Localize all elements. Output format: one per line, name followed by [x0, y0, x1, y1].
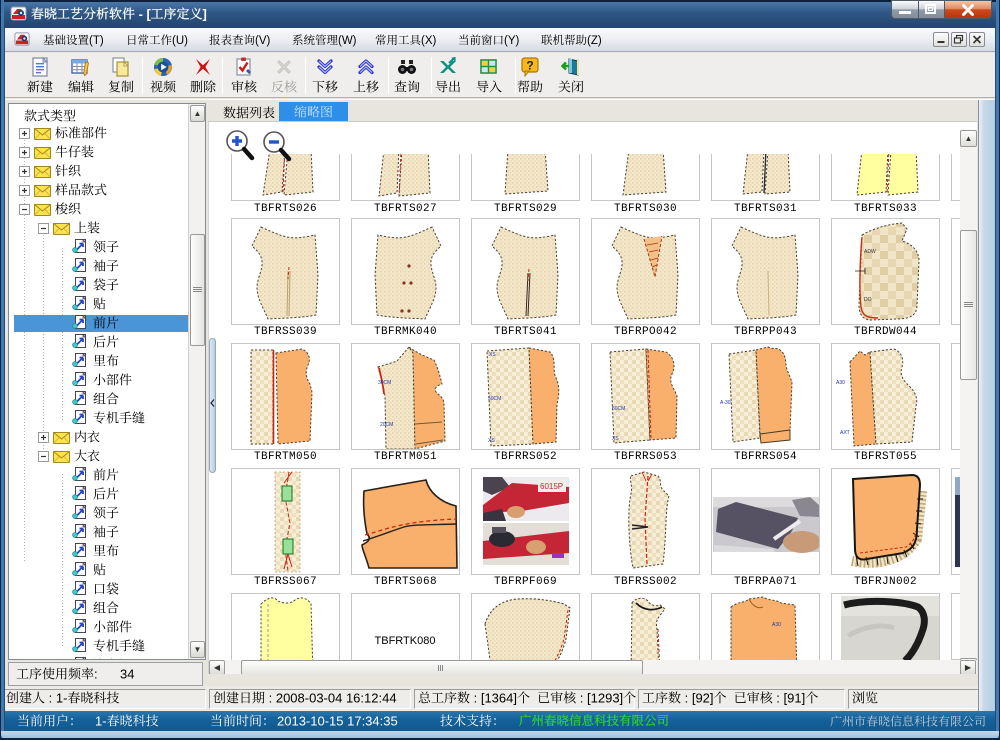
svg-text:: [91]: : [91] — [773, 691, 806, 705]
svg-text:(W): (W) — [338, 35, 357, 47]
svg-text:]: ] — [203, 7, 207, 21]
svg-text:30CM: 30CM — [378, 380, 391, 386]
svg-text:XS: XS — [488, 438, 495, 444]
svg-text:50CM: 50CM — [488, 396, 501, 402]
svg-text:(U): (U) — [172, 35, 188, 47]
svg-text:20CM: 20CM — [380, 422, 393, 428]
svg-text:DO: DO — [864, 297, 872, 303]
svg-text:: 1-: : 1- — [45, 691, 67, 705]
svg-text:: [1293]: : [1293] — [576, 691, 623, 705]
svg-text::: : — [94, 667, 98, 681]
svg-text:34: 34 — [120, 667, 134, 681]
svg-text:: 2008-03-04 16:12:44: : 2008-03-04 16:12:44 — [265, 691, 397, 705]
svg-text:?: ? — [526, 59, 533, 73]
svg-text:6015P: 6015P — [540, 482, 563, 491]
svg-text:A30: A30 — [836, 380, 845, 386]
svg-text:AXT: AXT — [840, 430, 850, 436]
svg-text:TBFRTK080: TBFRTK080 — [375, 635, 436, 647]
svg-text:ADW: ADW — [864, 249, 876, 255]
svg-text:(Z): (Z) — [587, 35, 602, 47]
svg-text:: [92]: : [92] — [681, 691, 714, 705]
svg-text:50CM: 50CM — [612, 406, 625, 412]
svg-text:A-30: A-30 — [720, 400, 731, 406]
svg-text:- [: - [ — [135, 7, 152, 21]
svg-text:(T): (T) — [89, 35, 104, 47]
svg-text:: [1364]: : [1364] — [470, 691, 517, 705]
svg-text:XS: XS — [612, 436, 619, 442]
svg-text:1-: 1- — [95, 714, 107, 728]
svg-text:(X): (X) — [421, 35, 437, 47]
svg-text:(V): (V) — [255, 35, 271, 47]
svg-text:XS: XS — [489, 352, 496, 358]
svg-text:2013-10-15 17:34:35: 2013-10-15 17:34:35 — [277, 714, 398, 728]
svg-text:A30: A30 — [772, 622, 781, 628]
svg-text:(Y): (Y) — [504, 35, 520, 47]
